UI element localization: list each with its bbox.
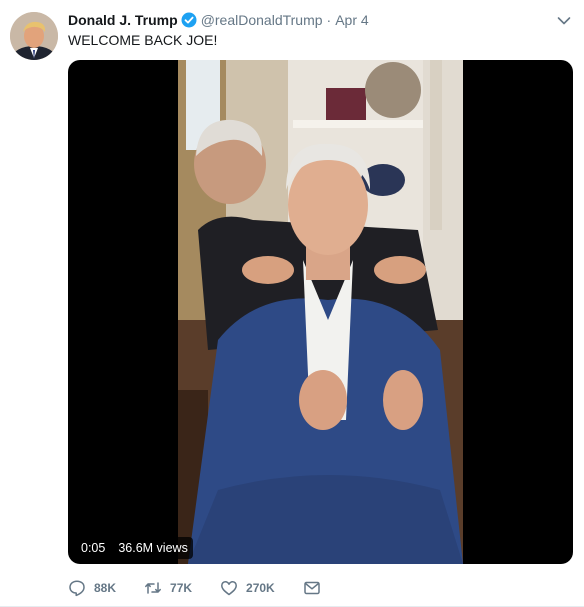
like-count: 270K bbox=[246, 581, 275, 595]
reply-icon bbox=[69, 580, 85, 597]
video-overlay: 0:05 36.6M views bbox=[76, 537, 193, 559]
video-views: 36.6M views bbox=[113, 537, 193, 559]
header-separator: · bbox=[326, 12, 332, 28]
retweet-button[interactable]: 77K bbox=[144, 579, 192, 597]
like-icon bbox=[221, 581, 237, 596]
avatar[interactable] bbox=[10, 12, 58, 60]
tweet[interactable]: Donald J. Trump @realDonaldTrump · Apr 4… bbox=[0, 0, 584, 607]
retweet-icon bbox=[145, 582, 161, 594]
dm-icon bbox=[303, 581, 320, 595]
like-button[interactable]: 270K bbox=[220, 579, 275, 597]
video-frame bbox=[178, 60, 463, 564]
tweet-text: WELCOME BACK JOE! bbox=[68, 32, 218, 48]
tweet-timestamp[interactable]: Apr 4 bbox=[335, 12, 368, 28]
avatar-image bbox=[10, 12, 58, 60]
reply-count: 88K bbox=[94, 581, 117, 595]
verified-badge-icon bbox=[181, 12, 197, 28]
video-player[interactable]: 0:05 36.6M views bbox=[68, 60, 573, 564]
dm-button[interactable] bbox=[303, 579, 329, 597]
video-duration: 0:05 bbox=[76, 537, 111, 559]
tweet-header: Donald J. Trump @realDonaldTrump · Apr 4 bbox=[68, 10, 369, 30]
chevron-down-icon[interactable] bbox=[556, 13, 572, 29]
reply-button[interactable]: 88K bbox=[68, 579, 116, 597]
tweet-actions: 88K 77K 270K bbox=[68, 578, 357, 598]
author-name[interactable]: Donald J. Trump bbox=[68, 12, 178, 28]
author-handle[interactable]: @realDonaldTrump bbox=[201, 12, 323, 28]
retweet-count: 77K bbox=[170, 581, 193, 595]
